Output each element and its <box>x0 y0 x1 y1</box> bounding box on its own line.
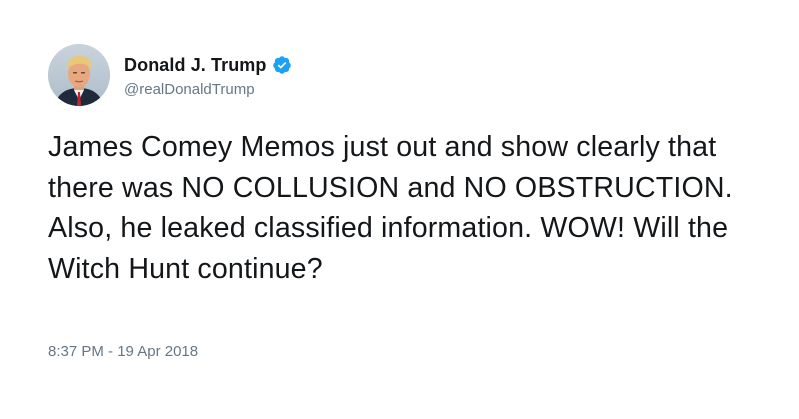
author-identity: Donald J. Trump @realDonaldTrump <box>124 52 292 98</box>
author-display-name[interactable]: Donald J. Trump <box>124 55 267 76</box>
verified-badge-icon <box>272 55 292 75</box>
tweet-text: James Comey Memos just out and show clea… <box>48 131 733 285</box>
tweet-card: Donald J. Trump @realDonaldTrump James C… <box>0 0 799 419</box>
author-handle[interactable]: @realDonaldTrump <box>124 81 292 98</box>
name-row: Donald J. Trump <box>124 52 292 78</box>
tweet-header: Donald J. Trump @realDonaldTrump <box>48 44 292 106</box>
avatar[interactable] <box>48 44 110 106</box>
tweet-timestamp[interactable]: 8:37 PM - 19 Apr 2018 <box>48 343 198 360</box>
avatar-image <box>48 44 110 106</box>
